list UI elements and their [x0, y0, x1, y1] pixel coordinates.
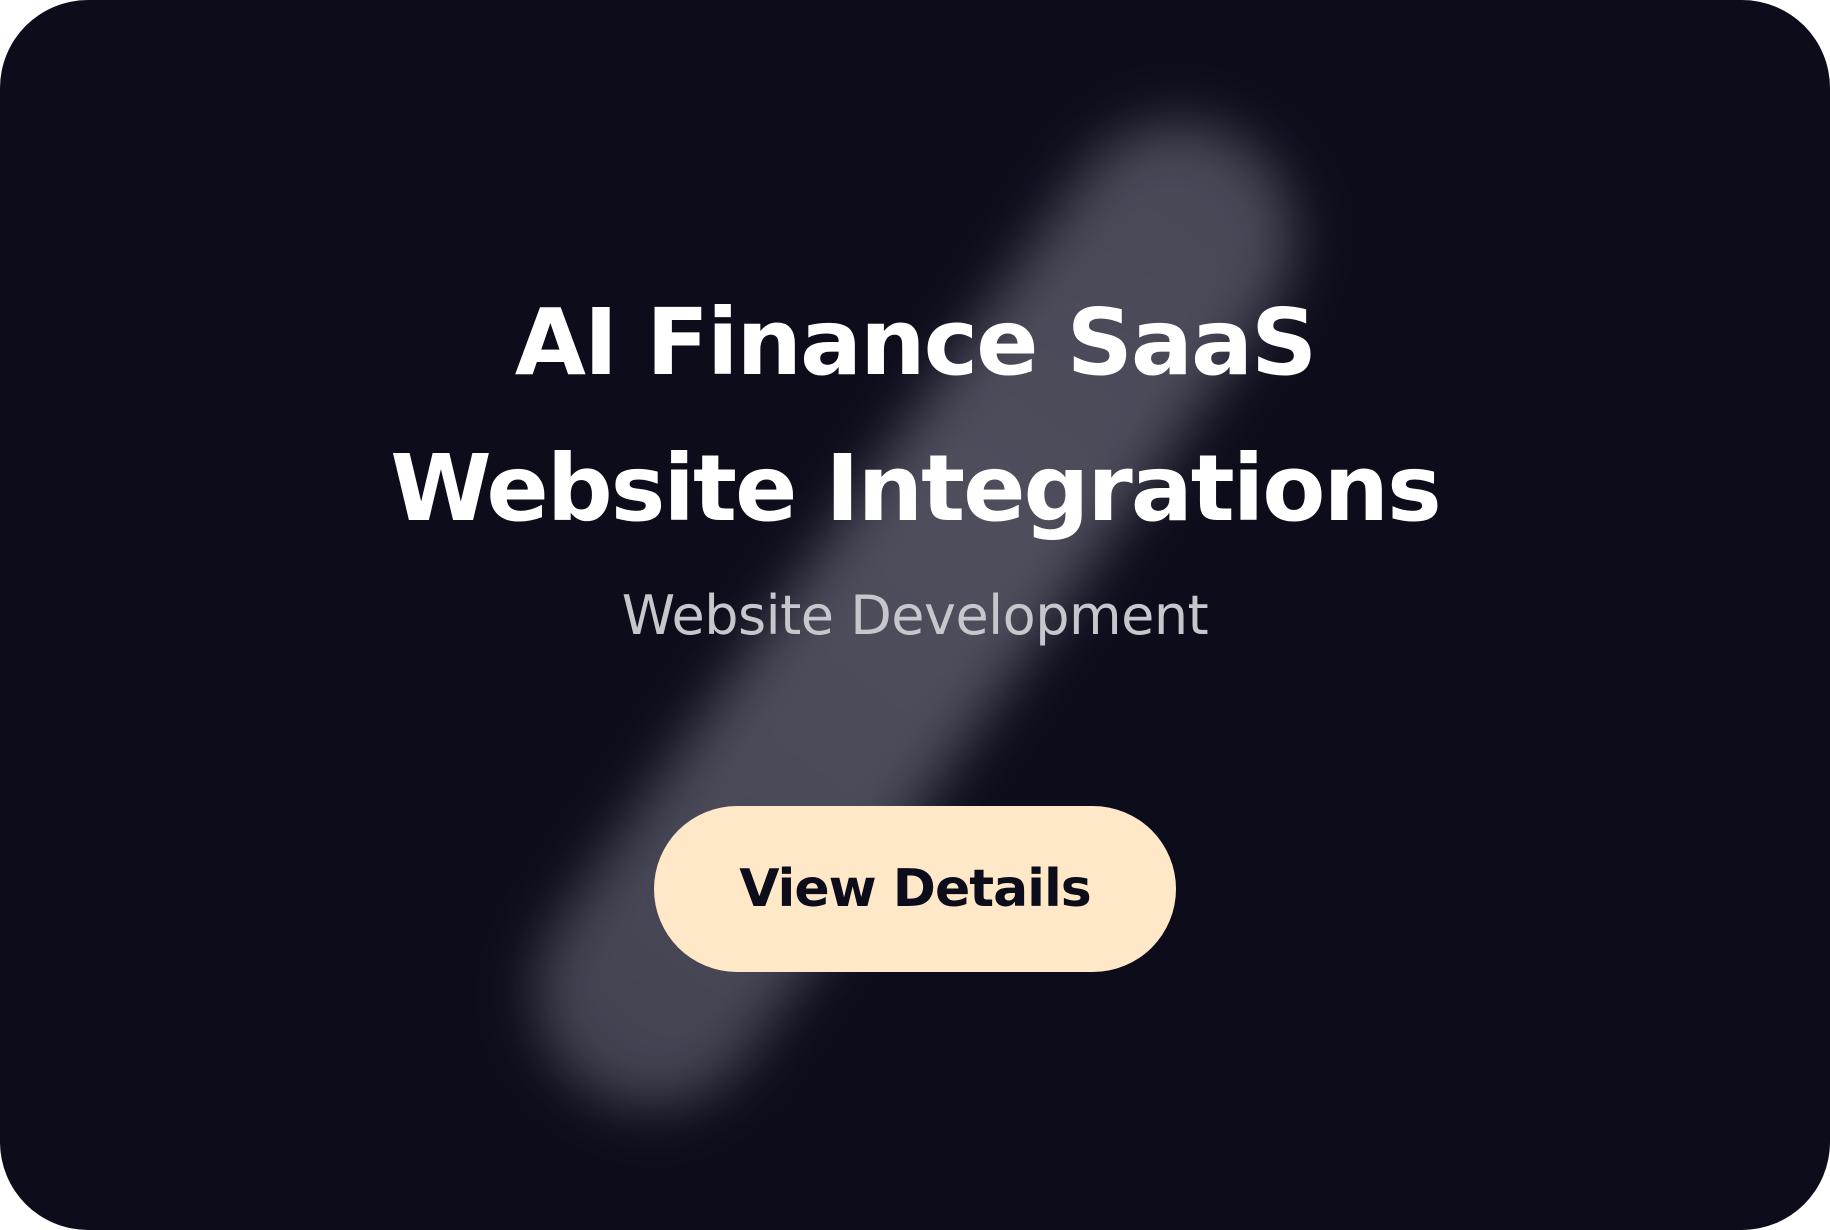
view-details-button[interactable]: View Details [654, 806, 1176, 972]
project-category: Website Development [621, 584, 1209, 647]
project-card: AI Finance SaaS Website Integrations Web… [0, 0, 1830, 1230]
project-title: AI Finance SaaS Website Integrations [0, 270, 1830, 562]
card-content: AI Finance SaaS Website Integrations Web… [0, 0, 1830, 1230]
project-title-line-1: AI Finance SaaS [514, 289, 1318, 396]
project-title-line-2: Website Integrations [390, 435, 1442, 542]
